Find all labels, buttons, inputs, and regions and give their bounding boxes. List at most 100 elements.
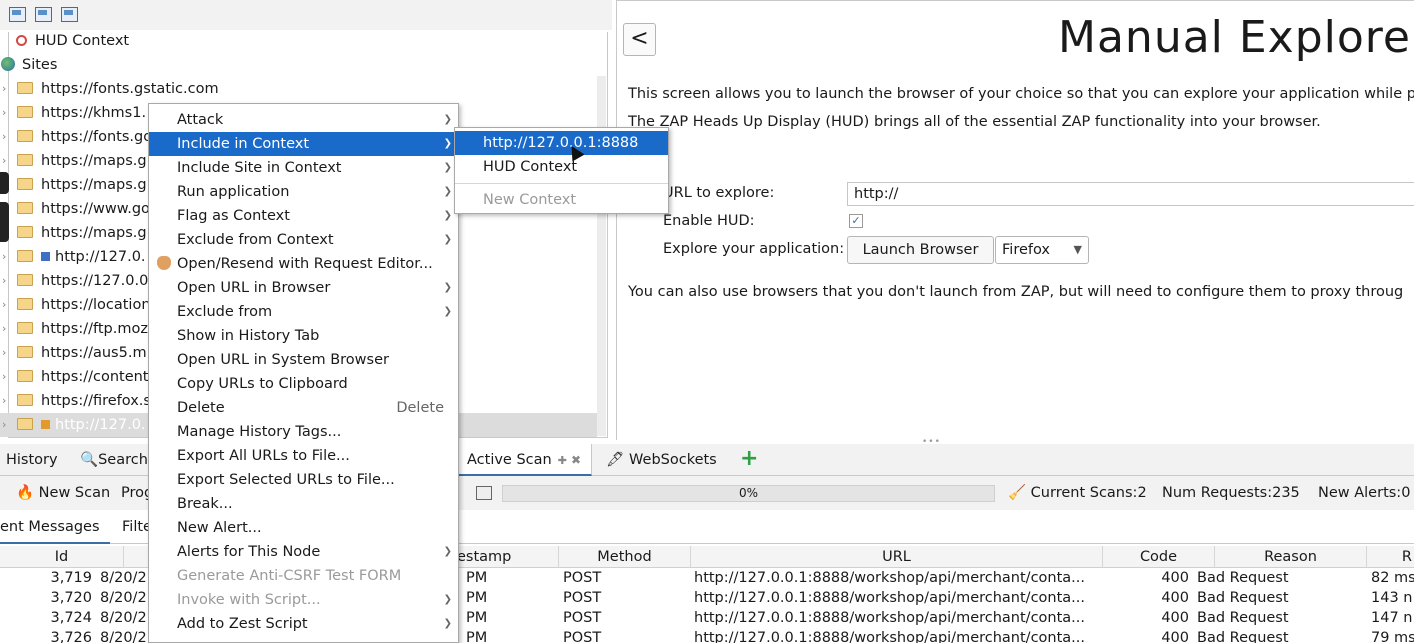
menu-item-exclude-from[interactable]: Exclude from ❯ — [149, 300, 458, 324]
url-input[interactable] — [847, 182, 1414, 206]
num-requests-value: 235 — [1272, 485, 1300, 501]
chevron-right-icon[interactable]: › — [2, 317, 12, 341]
column-header-rtt[interactable]: R — [1367, 546, 1414, 568]
chevron-right-icon[interactable]: › — [2, 245, 12, 269]
tree-node-label: https://location — [41, 297, 151, 313]
export-context-icon[interactable] — [61, 7, 78, 22]
search-icon: 🔍 — [80, 452, 99, 468]
menu-item-export-selected-urls[interactable]: Export Selected URLs to File... — [149, 468, 458, 492]
num-requests-label: Num Requests: — [1162, 485, 1273, 501]
folder-icon — [17, 202, 33, 214]
menu-item-exclude-from-context[interactable]: Exclude from Context ❯ — [149, 228, 458, 252]
menu-item-generate-csrf-form: Generate Anti-CSRF Test FORM — [149, 564, 458, 588]
console-icon[interactable] — [476, 486, 492, 500]
tree-node-sites[interactable]: Sites — [1, 53, 57, 77]
submenu-item-context[interactable]: http://127.0.0.1:8888 — [455, 131, 668, 155]
column-header-timestamp[interactable]: estamp — [455, 546, 559, 568]
table-cell-code: 400 — [1161, 630, 1189, 643]
menu-item-delete[interactable]: Delete Delete — [149, 396, 458, 420]
menu-item-copy-urls[interactable]: Copy URLs to Clipboard — [149, 372, 458, 396]
chevron-right-icon: ❯ — [443, 282, 452, 293]
menu-item-label: Exclude from Context — [177, 232, 334, 248]
menu-item-manage-history-tags[interactable]: Manage History Tags... — [149, 420, 458, 444]
chevron-right-icon[interactable]: › — [2, 413, 12, 437]
back-button[interactable]: < — [623, 23, 656, 56]
tab-active-scan[interactable]: Active Scan ✚ ✖ — [458, 444, 592, 476]
table-cell-date: 8/20/2 — [100, 570, 147, 586]
new-context-icon[interactable] — [9, 7, 26, 22]
proxy-paragraph: You can also use browsers that you don't… — [628, 284, 1404, 300]
tree-node-label: http://127.0. — [55, 417, 146, 433]
menu-item-label: Export Selected URLs to File... — [177, 472, 395, 488]
flame-icon: 🔥 — [16, 485, 35, 501]
menu-item-add-to-zest[interactable]: Add to Zest Script ❯ — [149, 612, 458, 636]
submenu-item-context[interactable]: HUD Context — [455, 155, 668, 179]
table-cell-url: http://127.0.0.1:8888/workshop/api/merch… — [694, 590, 1085, 606]
chevron-right-icon[interactable]: › — [2, 389, 12, 413]
tree-node-site[interactable]: › https://fonts.gstatic.com — [0, 77, 590, 101]
chevron-down-icon: ▼ — [1073, 243, 1082, 256]
menu-item-open-url-system-browser[interactable]: Open URL in System Browser — [149, 348, 458, 372]
table-cell-date: 8/20/2 — [100, 630, 147, 643]
table-cell-method: POST — [563, 570, 602, 586]
chevron-right-icon[interactable]: › — [2, 125, 12, 149]
column-header-code[interactable]: Code — [1103, 546, 1215, 568]
tab-sent-messages[interactable]: ent Messages — [0, 510, 110, 544]
tree-node-label: HUD Context — [35, 33, 130, 49]
table-cell-method: POST — [563, 590, 602, 606]
menu-item-export-all-urls[interactable]: Export All URLs to File... — [149, 444, 458, 468]
tree-node-label: Sites — [22, 57, 58, 73]
table-cell-reason: Bad Request — [1197, 590, 1289, 606]
side-dock-tab[interactable] — [0, 172, 9, 194]
menu-item-new-alert[interactable]: New Alert... — [149, 516, 458, 540]
tree-node-content: https://content — [17, 365, 149, 389]
chevron-right-icon[interactable]: › — [2, 101, 12, 125]
chevron-right-icon[interactable]: › — [2, 149, 12, 173]
tab-search[interactable]: 🔍Search — [80, 444, 148, 476]
menu-item-show-in-history[interactable]: Show in History Tab — [149, 324, 458, 348]
chevron-right-icon: ❯ — [443, 234, 452, 245]
add-tab-button[interactable]: + — [740, 448, 758, 470]
table-cell-ts: PM — [466, 570, 488, 586]
tree-node-hud-context[interactable]: HUD Context — [16, 29, 129, 53]
browser-select[interactable]: Firefox ▼ — [995, 236, 1089, 264]
menu-item-run-application[interactable]: Run application ❯ — [149, 180, 458, 204]
import-context-icon[interactable] — [35, 7, 52, 22]
menu-item-break[interactable]: Break... — [149, 492, 458, 516]
tab-history[interactable]: History — [6, 444, 58, 476]
enable-hud-checkbox[interactable]: ✓ — [849, 214, 863, 228]
launch-browser-button[interactable]: Launch Browser — [847, 236, 994, 264]
column-header-reason[interactable]: Reason — [1215, 546, 1367, 568]
menu-item-include-site-in-context[interactable]: Include Site in Context ❯ — [149, 156, 458, 180]
new-scan-button[interactable]: 🔥 New Scan — [16, 476, 110, 510]
tree-node-content: https://firefox.s — [17, 389, 151, 413]
chevron-right-icon[interactable]: › — [2, 293, 12, 317]
submenu-item-new-context: New Context — [483, 192, 577, 208]
chevron-right-icon[interactable]: › — [2, 365, 12, 389]
menu-item-flag-as-context[interactable]: Flag as Context ❯ — [149, 204, 458, 228]
menu-item-label: Add to Zest Script — [177, 616, 308, 632]
column-header-method[interactable]: Method — [559, 546, 691, 568]
chevron-right-icon[interactable]: › — [2, 77, 12, 101]
side-dock-tab[interactable] — [0, 202, 9, 242]
chevron-right-icon: ❯ — [443, 306, 452, 317]
chevron-right-icon[interactable]: › — [2, 341, 12, 365]
tab-websockets[interactable]: 🖋 WebSockets — [606, 444, 717, 476]
table-cell-date: 8/20/2 — [100, 590, 147, 606]
column-header-id[interactable]: Id — [0, 546, 124, 568]
chevron-right-icon: ❯ — [443, 186, 452, 197]
menu-item-open-resend[interactable]: Open/Resend with Request Editor... — [149, 252, 458, 276]
chevron-right-icon[interactable]: › — [2, 269, 12, 293]
tree-node-label: https://fonts.go — [41, 129, 153, 145]
column-header-url[interactable]: URL — [691, 546, 1103, 568]
tree-node-content: https://location — [17, 293, 151, 317]
menu-item-include-in-context[interactable]: Include in Context ❯ — [149, 132, 458, 156]
menu-item-attack[interactable]: Attack ❯ — [149, 108, 458, 132]
tree-node-label: https://www.go — [41, 201, 150, 217]
new-alerts-label: New Alerts: — [1318, 485, 1402, 501]
menu-item-alerts-for-node[interactable]: Alerts for This Node ❯ — [149, 540, 458, 564]
explore-label: Explore your application: — [663, 241, 845, 257]
menu-item-open-url-in-browser[interactable]: Open URL in Browser ❯ — [149, 276, 458, 300]
pin-icon[interactable]: ✚ — [558, 454, 567, 467]
close-icon[interactable]: ✖ — [571, 453, 581, 467]
